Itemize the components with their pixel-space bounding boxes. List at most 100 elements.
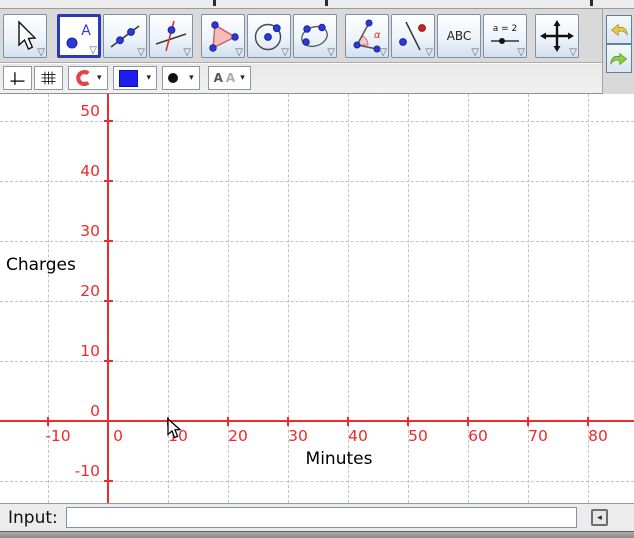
menu-text-remnant: [590, 0, 593, 6]
x-tick-label: 40: [348, 427, 368, 445]
geogebra-window: ▽ A ▽ ▽: [0, 0, 634, 538]
input-help-toggle-button[interactable]: ◂: [591, 509, 608, 526]
input-field[interactable]: [66, 507, 577, 528]
text-tool-button[interactable]: ABC ▽: [437, 14, 481, 58]
help-toggle-icon: ◂: [597, 512, 602, 523]
grid-toggle-button[interactable]: [34, 66, 63, 90]
input-label: Input:: [8, 508, 58, 528]
x-tick-label: 20: [228, 427, 248, 445]
perpendicular-line-tool-button[interactable]: ▽: [149, 14, 193, 58]
font-size-icon: A: [214, 71, 223, 85]
y-axis-caption: Charges: [6, 255, 76, 275]
mouse-cursor: [166, 418, 184, 444]
dropdown-arrow-icon: ▾: [97, 73, 102, 83]
tool-dropdown-arrow[interactable]: ▽: [517, 48, 525, 58]
axes-toggle-button[interactable]: [3, 66, 32, 90]
gridline-horizontal: [0, 181, 634, 182]
line-tool-button[interactable]: ▽: [103, 14, 147, 58]
svg-text:a = 2: a = 2: [493, 24, 518, 34]
x-axis-tick: [527, 417, 529, 426]
toolbar-left: ▽ A ▽ ▽: [0, 9, 602, 94]
x-tick-label: -10: [45, 427, 70, 445]
graphics-view[interactable]: -100102030405080706050403020100-10 Charg…: [0, 94, 634, 503]
x-axis-tick: [347, 417, 349, 426]
x-tick-label: 60: [468, 427, 488, 445]
tool-dropdown-arrow[interactable]: ▽: [569, 48, 577, 58]
svg-text:A: A: [81, 23, 91, 39]
x-axis-tick: [407, 417, 409, 426]
ellipse-tool-button[interactable]: ▽: [293, 14, 337, 58]
x-tick-label: 30: [288, 427, 308, 445]
gridline-horizontal: [0, 241, 634, 242]
tool-dropdown-arrow[interactable]: ▽: [379, 48, 387, 58]
y-axis-tick: [104, 120, 113, 122]
x-axis-tick: [467, 417, 469, 426]
redo-button[interactable]: [606, 44, 632, 73]
circle-tool-button[interactable]: ▽: [247, 14, 291, 58]
point-capturing-dropdown[interactable]: ▾: [68, 66, 108, 90]
magnet-icon: [74, 69, 92, 87]
move-tool-button[interactable]: ▽: [3, 14, 47, 58]
dropdown-arrow-icon: ▾: [147, 73, 152, 83]
point-style-dropdown[interactable]: ▾: [162, 66, 200, 90]
style-bar: ▾ ▾ ▾ AA ▾: [0, 62, 602, 94]
menu-bar-sliver: [0, 0, 634, 9]
y-axis-tick: [104, 240, 113, 242]
svg-text:ABC: ABC: [447, 29, 472, 43]
reflect-tool-button[interactable]: ▽: [391, 14, 435, 58]
undo-icon: [608, 19, 630, 41]
x-axis-caption: Minutes: [306, 449, 373, 469]
angle-tool-button[interactable]: α ▽: [345, 14, 389, 58]
tool-dropdown-arrow[interactable]: ▽: [89, 46, 97, 56]
y-tick-label: 50: [0, 102, 100, 120]
polygon-tool-button[interactable]: ▽: [201, 14, 245, 58]
y-tick-label: 40: [0, 162, 100, 180]
toolbar-area: ▽ A ▽ ▽: [0, 9, 634, 94]
point-tool-button[interactable]: A ▽: [57, 14, 101, 58]
dropdown-arrow-icon: ▾: [189, 73, 194, 83]
axes-icon: [9, 68, 26, 89]
tool-dropdown-arrow[interactable]: ▽: [183, 48, 191, 58]
toolbar: ▽ A ▽ ▽: [0, 9, 602, 62]
dropdown-arrow-icon: ▾: [240, 73, 245, 83]
y-axis-tick: [104, 480, 113, 482]
undo-redo-panel: [602, 9, 634, 94]
gridline-horizontal: [0, 481, 634, 482]
tool-dropdown-arrow[interactable]: ▽: [37, 48, 45, 58]
x-axis-tick: [587, 417, 589, 426]
font-size-icon-faded: A: [226, 71, 235, 85]
grid-icon: [40, 67, 57, 89]
tool-dropdown-arrow[interactable]: ▽: [425, 48, 433, 58]
tool-dropdown-arrow[interactable]: ▽: [281, 48, 289, 58]
tool-dropdown-arrow[interactable]: ▽: [327, 48, 335, 58]
point-style-icon: [168, 73, 178, 83]
y-axis-tick: [104, 180, 113, 182]
x-axis-tick: [227, 417, 229, 426]
move-graphics-view-button[interactable]: ▽: [535, 14, 579, 58]
tool-dropdown-arrow[interactable]: ▽: [235, 48, 243, 58]
gridline-horizontal: [0, 361, 634, 362]
gridline-horizontal: [0, 121, 634, 122]
gridline-horizontal: [0, 301, 634, 302]
menu-text-remnant: [325, 0, 328, 6]
slider-tool-button[interactable]: a = 2 ▽: [483, 14, 527, 58]
y-tick-label: 20: [0, 282, 100, 300]
x-tick-label: 70: [528, 427, 548, 445]
font-size-dropdown[interactable]: AA ▾: [208, 66, 251, 90]
x-tick-label: 50: [408, 427, 428, 445]
color-swatch: [119, 70, 138, 87]
x-tick-label: 0: [113, 427, 123, 445]
undo-button[interactable]: [606, 15, 632, 44]
color-dropdown[interactable]: ▾: [113, 66, 158, 90]
menu-text-remnant: [213, 0, 216, 6]
y-axis-tick: [104, 300, 113, 302]
y-axis: [107, 94, 109, 503]
y-tick-label: -10: [0, 462, 100, 480]
x-tick-label: 80: [588, 427, 608, 445]
y-axis-tick: [104, 360, 113, 362]
tool-dropdown-arrow[interactable]: ▽: [137, 48, 145, 58]
y-tick-label: 10: [0, 342, 100, 360]
window-bottom-strip: [0, 531, 634, 538]
input-bar: Input: ◂: [0, 503, 634, 531]
tool-dropdown-arrow[interactable]: ▽: [471, 48, 479, 58]
